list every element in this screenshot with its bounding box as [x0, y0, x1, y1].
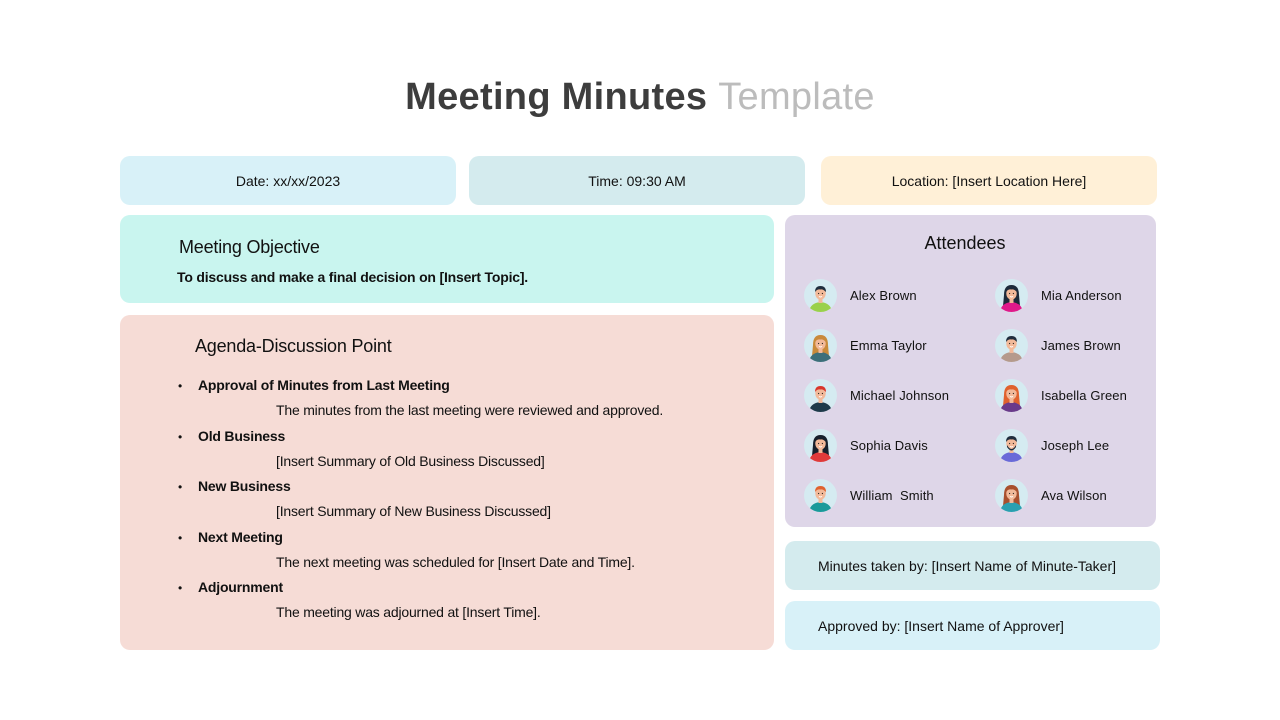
- approved-by-text: Approved by: [Insert Name of Approver]: [818, 617, 1064, 634]
- attendee: James Brown: [995, 325, 1175, 365]
- attendee: Joseph Lee: [995, 425, 1175, 465]
- agenda-item-desc: [Insert Summary of New Business Discusse…: [276, 503, 551, 519]
- attendee-name: William Smith: [850, 487, 934, 503]
- avatar-icon: [804, 428, 837, 462]
- attendee-name: Joseph Lee: [1041, 437, 1110, 453]
- attendee: Mia Anderson: [995, 275, 1175, 315]
- attendee: Emma Taylor: [804, 325, 984, 365]
- agenda-item-title: New Business: [198, 478, 291, 494]
- agenda-item-desc: The next meeting was scheduled for [Inse…: [276, 553, 635, 570]
- avatar-icon: [804, 278, 837, 312]
- date-card: Date: xx/xx/2023: [120, 156, 456, 205]
- objective-text: To discuss and make a final decision on …: [177, 269, 528, 285]
- time-text: Time: 09:30 AM: [588, 172, 686, 189]
- avatar-icon: [995, 428, 1028, 462]
- attendee-name: Ava Wilson: [1041, 487, 1107, 503]
- agenda-list: • Approval of Minutes from Last Meeting …: [178, 377, 758, 630]
- bullet-icon: •: [178, 530, 183, 545]
- agenda-item-desc: The minutes from the last meeting were r…: [276, 402, 664, 418]
- title-accent: Template: [718, 76, 875, 118]
- agenda-card: Agenda-Discussion Point • Approval of Mi…: [120, 315, 774, 650]
- attendee-name: Sophia Davis: [850, 437, 928, 453]
- minutes-taken-by-text: Minutes taken by: [Insert Name of Minute…: [818, 557, 1117, 574]
- agenda-item-desc: The meeting was adjourned at [Insert Tim…: [276, 604, 541, 620]
- title-main: Meeting Minutes: [405, 76, 708, 118]
- location-text: Location: [Insert Location Here]: [891, 172, 1087, 189]
- attendee-name: Mia Anderson: [1041, 287, 1122, 303]
- avatar-icon: [804, 378, 837, 412]
- avatar-icon: [804, 328, 837, 362]
- attendee-name: James Brown: [1041, 337, 1121, 353]
- agenda-item-title: Next Meeting: [198, 528, 283, 545]
- bullet-icon: •: [178, 429, 183, 444]
- attendee-name: Alex Brown: [850, 287, 917, 303]
- agenda-heading: Agenda-Discussion Point: [195, 336, 392, 356]
- attendees-card: Attendees Alex Brown Mia Anderson Emma T…: [785, 215, 1156, 527]
- agenda-item: • Approval of Minutes from Last Meeting …: [178, 377, 758, 428]
- bullet-icon: •: [178, 581, 183, 595]
- avatar-icon: [995, 278, 1028, 312]
- avatar-icon: [995, 378, 1028, 412]
- agenda-item-desc: [Insert Summary of Old Business Discusse…: [276, 452, 545, 469]
- objective-heading: Meeting Objective: [179, 237, 320, 257]
- agenda-item-title: Old Business: [198, 427, 286, 444]
- time-card: Time: 09:30 AM: [469, 156, 805, 205]
- agenda-item: • New Business [Insert Summary of New Bu…: [178, 478, 758, 529]
- attendee: Ava Wilson: [995, 475, 1175, 515]
- objective-card: Meeting Objective To discuss and make a …: [120, 215, 774, 303]
- bullet-icon: •: [178, 480, 183, 494]
- avatar-icon: [804, 478, 837, 512]
- attendee: Sophia Davis: [804, 425, 984, 465]
- attendees-heading: Attendees: [924, 233, 1006, 253]
- attendee: William Smith: [804, 475, 984, 515]
- location-card: Location: [Insert Location Here]: [821, 156, 1157, 205]
- agenda-item: • Adjournment The meeting was adjourned …: [178, 579, 758, 630]
- agenda-item-title: Adjournment: [198, 579, 283, 595]
- attendee: Isabella Green: [995, 375, 1175, 415]
- avatar-icon: [995, 478, 1028, 512]
- agenda-item-title: Approval of Minutes from Last Meeting: [198, 377, 450, 393]
- attendee: Michael Johnson: [804, 375, 984, 415]
- attendee: Alex Brown: [804, 275, 984, 315]
- bullet-icon: •: [178, 379, 183, 393]
- attendee-name: Emma Taylor: [850, 337, 927, 353]
- date-text: Date: xx/xx/2023: [235, 172, 341, 189]
- minutes-taken-by-card: Minutes taken by: [Insert Name of Minute…: [785, 541, 1160, 590]
- agenda-item: • Next Meeting The next meeting was sche…: [178, 529, 758, 580]
- avatar-icon: [995, 328, 1028, 362]
- page-title: Meeting Minutes Template: [0, 76, 1280, 119]
- attendee-name: Isabella Green: [1041, 387, 1127, 403]
- approved-by-card: Approved by: [Insert Name of Approver]: [785, 601, 1160, 650]
- agenda-item: • Old Business [Insert Summary of Old Bu…: [178, 428, 758, 479]
- attendee-name: Michael Johnson: [850, 387, 950, 403]
